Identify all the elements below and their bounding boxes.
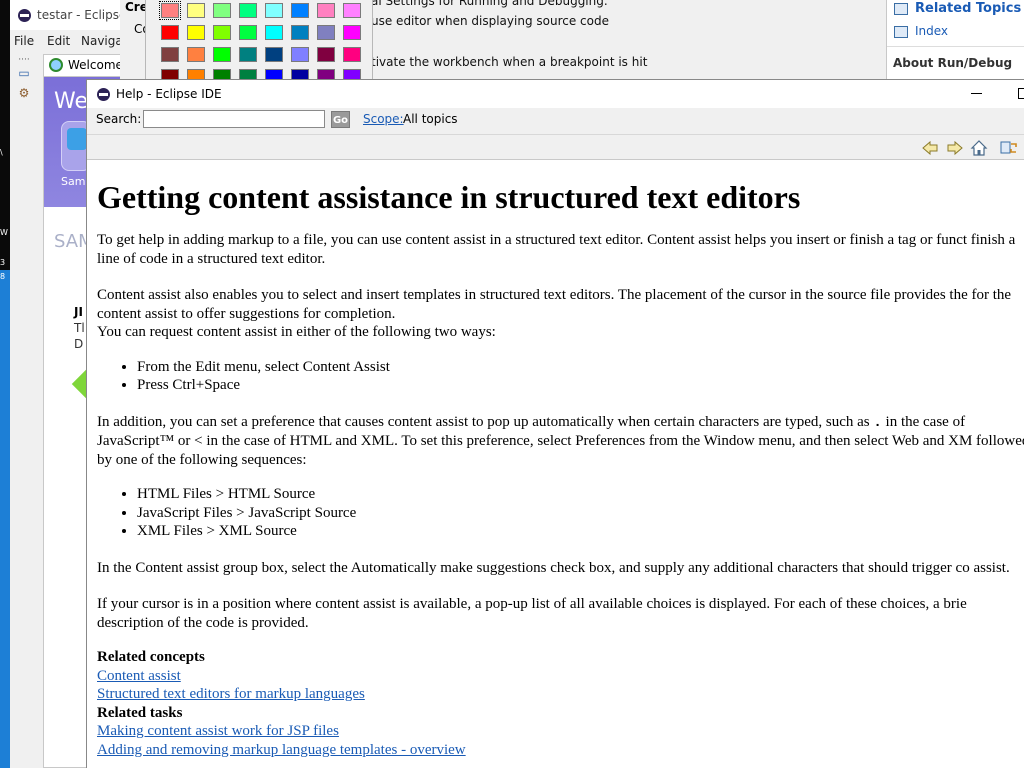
restore-view-icon[interactable]: ▭ bbox=[16, 66, 32, 82]
article-paragraph: If your cursor is in a position where co… bbox=[97, 596, 967, 631]
help-title-bar[interactable]: Help - Eclipse IDE bbox=[87, 80, 1024, 108]
divider bbox=[887, 46, 1024, 47]
help-window: Help - Eclipse IDE Search: Go Scope: All… bbox=[86, 79, 1024, 768]
desktop-glyph: 3 bbox=[0, 258, 6, 267]
menu-file[interactable]: File bbox=[14, 34, 34, 48]
pref-option-use-editor[interactable]: use editor when displaying source code bbox=[371, 14, 609, 28]
color-swatch[interactable] bbox=[213, 3, 231, 18]
color-swatch[interactable] bbox=[213, 25, 231, 40]
color-swatch[interactable] bbox=[187, 3, 205, 18]
desktop-background bbox=[0, 270, 10, 768]
article-paragraph: You can request content assist in either… bbox=[97, 324, 496, 340]
list-item: JavaScript Files > JavaScript Source bbox=[137, 504, 1024, 523]
article-paragraph: In the Content assist group box, select … bbox=[97, 559, 1010, 576]
related-tasks-heading: Related tasks bbox=[97, 704, 183, 721]
welcome-item-text: Tl bbox=[74, 321, 85, 335]
forward-arrow-icon[interactable] bbox=[944, 138, 966, 158]
desktop-glyph: \ bbox=[0, 148, 3, 157]
color-swatch[interactable] bbox=[317, 47, 335, 62]
desktop-glyph: W bbox=[0, 228, 8, 237]
article-paragraph: To get help in adding markup to a file, … bbox=[97, 232, 1016, 267]
color-swatch[interactable] bbox=[187, 25, 205, 40]
welcome-heading: We bbox=[54, 89, 88, 114]
link-content-assist-jsp[interactable]: Making content assist work for JSP files bbox=[97, 722, 339, 741]
java-perspective-icon[interactable]: ⚙ bbox=[16, 86, 32, 102]
about-heading: About Run/Debug bbox=[893, 56, 1013, 70]
search-label: Search: bbox=[96, 112, 142, 126]
color-swatch[interactable] bbox=[239, 47, 257, 62]
color-swatch[interactable] bbox=[317, 3, 335, 18]
welcome-item-title[interactable]: JI bbox=[74, 305, 83, 319]
color-swatch[interactable] bbox=[291, 3, 309, 18]
ways-list: From the Edit menu, select Content Assis… bbox=[97, 358, 1024, 395]
index-tab[interactable]: Index bbox=[915, 24, 948, 38]
article-paragraph: Content assist also enables you to selec… bbox=[97, 287, 1012, 322]
search-input[interactable] bbox=[143, 110, 325, 128]
perspective-toolbar: ···· ▭ ⚙ bbox=[10, 52, 40, 768]
list-item: Press Ctrl+Space bbox=[137, 376, 1024, 395]
help-window-title: Help - Eclipse IDE bbox=[116, 87, 222, 101]
pref-line: al Settings for Running and Debugging. bbox=[371, 0, 608, 8]
samples-label[interactable]: Sam bbox=[61, 175, 85, 188]
color-swatch[interactable] bbox=[265, 47, 283, 62]
color-swatch[interactable] bbox=[239, 3, 257, 18]
inline-code: . bbox=[873, 414, 882, 431]
help-toolbar: Search: Go Scope: All topics bbox=[87, 108, 1024, 160]
color-swatch[interactable] bbox=[213, 47, 231, 62]
color-swatch[interactable] bbox=[159, 1, 181, 20]
desktop-glyph: 8 bbox=[0, 272, 6, 281]
welcome-globe-icon bbox=[49, 58, 63, 72]
welcome-tab-label: Welcome bbox=[68, 58, 123, 72]
list-item: From the Edit menu, select Content Assis… bbox=[137, 358, 1024, 377]
color-swatch[interactable] bbox=[161, 25, 179, 40]
desktop-edge: \ W 3 8 bbox=[0, 0, 10, 768]
sync-toc-icon[interactable] bbox=[998, 138, 1020, 158]
article-paragraph: In addition, you can set a preference th… bbox=[97, 413, 1024, 470]
paragraph-text: In addition, you can set a preference th… bbox=[97, 413, 870, 430]
link-content-assist[interactable]: Content assist bbox=[97, 667, 181, 686]
color-palette-popup bbox=[145, 0, 373, 84]
link-markup-templates[interactable]: Adding and removing markup language temp… bbox=[97, 741, 466, 760]
color-swatch[interactable] bbox=[343, 47, 361, 62]
color-swatch[interactable] bbox=[187, 47, 205, 62]
welcome-item-text: D bbox=[74, 337, 84, 351]
help-nav-bar bbox=[87, 134, 1024, 160]
menu-edit[interactable]: Edit bbox=[47, 34, 70, 48]
maximize-icon[interactable] bbox=[1018, 88, 1024, 99]
color-swatch[interactable] bbox=[343, 3, 361, 18]
color-swatch[interactable] bbox=[239, 25, 257, 40]
sequences-list: HTML Files > HTML Source JavaScript File… bbox=[97, 485, 1024, 541]
eclipse-logo-icon bbox=[97, 88, 110, 101]
link-structured-text-editors[interactable]: Structured text editors for markup langu… bbox=[97, 685, 365, 704]
color-swatch[interactable] bbox=[291, 25, 309, 40]
scope-value: All topics bbox=[403, 112, 458, 126]
related-concepts-heading: Related concepts bbox=[97, 649, 205, 665]
scope-link[interactable]: Scope: bbox=[363, 112, 404, 126]
pref-option-activate-workbench[interactable]: tivate the workbench when a breakpoint i… bbox=[371, 55, 647, 69]
go-button[interactable]: Go bbox=[331, 111, 350, 128]
related-topics-icon bbox=[894, 3, 908, 15]
related-topics-view: Related Topics Index About Run/Debug bbox=[886, 0, 1024, 80]
minimize-icon[interactable] bbox=[971, 93, 982, 94]
eclipse-logo-icon bbox=[18, 9, 31, 22]
home-icon[interactable] bbox=[968, 138, 990, 158]
index-icon bbox=[894, 26, 908, 38]
color-swatch[interactable] bbox=[161, 47, 179, 62]
help-article: Getting content assistance in structured… bbox=[87, 161, 1024, 768]
color-swatch[interactable] bbox=[265, 25, 283, 40]
list-item: HTML Files > HTML Source bbox=[137, 485, 1024, 504]
related-topics-tab[interactable]: Related Topics bbox=[915, 1, 1021, 16]
back-arrow-icon[interactable] bbox=[919, 138, 941, 158]
color-swatch[interactable] bbox=[317, 25, 335, 40]
color-swatch[interactable] bbox=[291, 47, 309, 62]
article-title: Getting content assistance in structured… bbox=[97, 179, 801, 215]
color-swatch[interactable] bbox=[265, 3, 283, 18]
color-swatch[interactable] bbox=[343, 25, 361, 40]
list-item: XML Files > XML Source bbox=[137, 522, 1024, 541]
